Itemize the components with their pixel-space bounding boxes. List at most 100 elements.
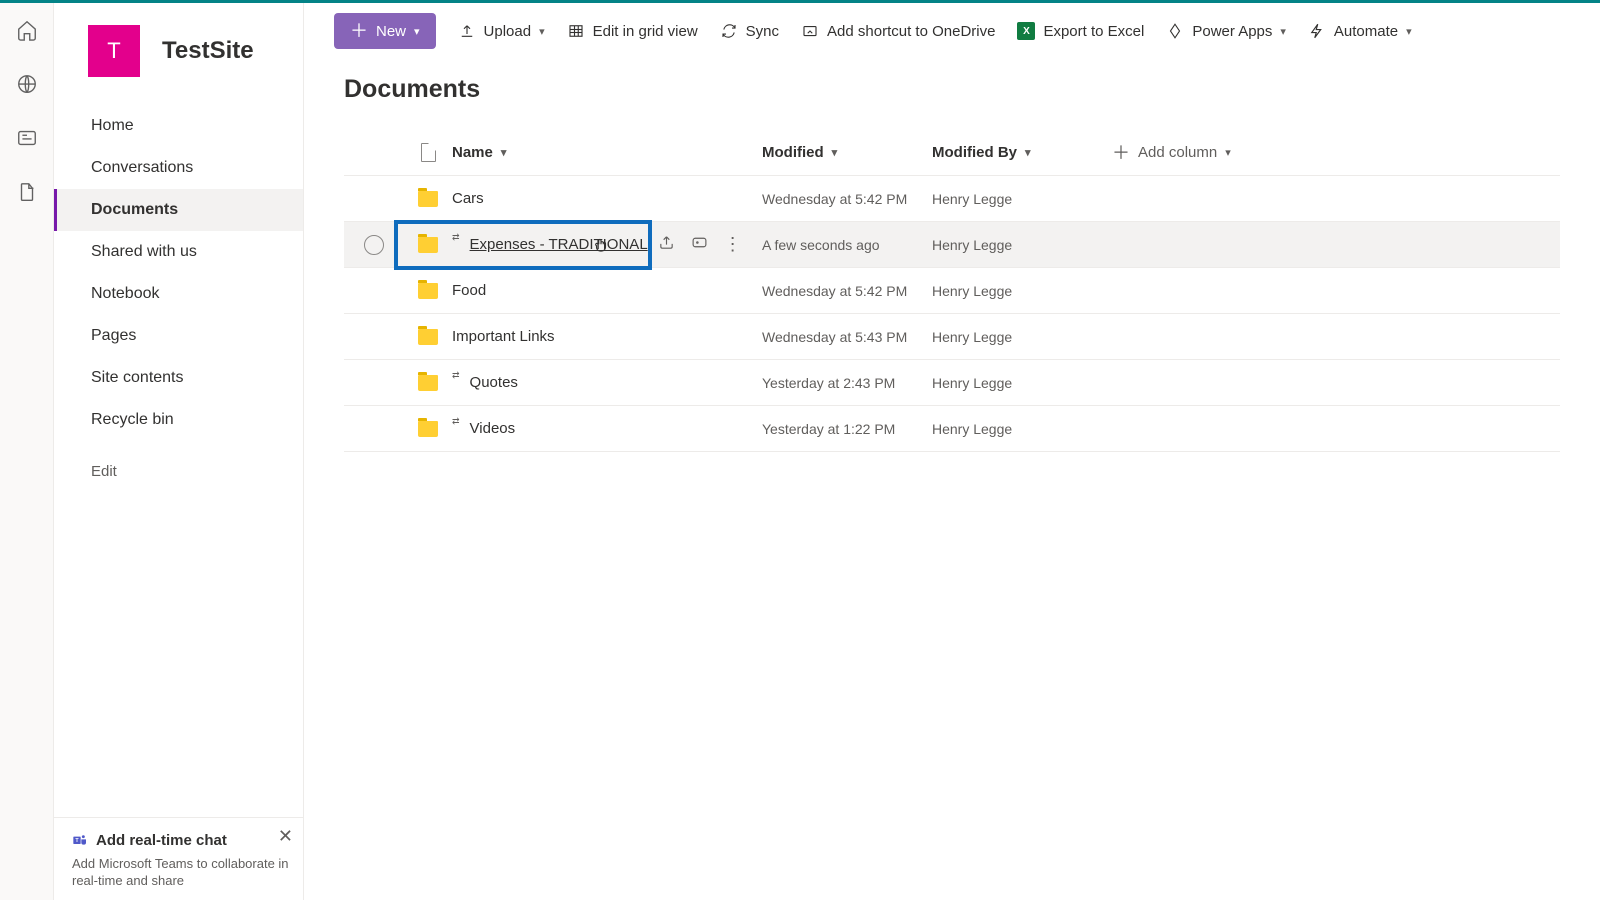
export-label: Export to Excel — [1043, 23, 1144, 40]
site-nav: Home Conversations Documents Shared with… — [54, 99, 303, 817]
share-icon[interactable] — [658, 234, 675, 251]
table-row[interactable]: ⇄ Videos Yesterday at 1:22 PM Henry Legge — [344, 406, 1560, 452]
folder-icon — [418, 375, 438, 391]
edit-grid-button[interactable]: Edit in grid view — [567, 22, 698, 40]
modified-value: Wednesday at 5:42 PM — [762, 283, 932, 299]
site-header: T TestSite — [54, 3, 303, 99]
plus-icon: ＋ — [1112, 144, 1130, 162]
link-indicator-icon: ⇄ — [452, 370, 460, 381]
upload-icon — [458, 22, 476, 40]
sync-label: Sync — [746, 23, 779, 40]
chevron-down-icon: ▾ — [501, 146, 507, 159]
new-label: New — [376, 23, 406, 40]
upload-button[interactable]: Upload ▾ — [458, 22, 545, 40]
powerapps-button[interactable]: Power Apps ▾ — [1166, 22, 1286, 40]
table-header: Name▾ Modified▾ Modified By▾ ＋Add column… — [344, 130, 1560, 176]
nav-pages[interactable]: Pages — [54, 315, 303, 357]
edit-grid-label: Edit in grid view — [593, 23, 698, 40]
link-icon[interactable] — [691, 234, 708, 251]
app-rail — [0, 3, 54, 900]
item-name[interactable]: Videos — [470, 420, 516, 437]
link-indicator-icon: ⇄ — [452, 232, 460, 243]
main: ＋ New ▾ Upload ▾ Edit in grid view Sync … — [304, 3, 1600, 900]
select-row-checkbox[interactable] — [364, 235, 384, 255]
table-row[interactable]: ⇄ Quotes Yesterday at 2:43 PM Henry Legge — [344, 360, 1560, 406]
link-indicator-icon: ⇄ — [452, 416, 460, 427]
home-icon[interactable] — [16, 19, 38, 41]
news-icon[interactable] — [16, 127, 38, 149]
onedrive-button[interactable]: Add shortcut to OneDrive — [801, 22, 995, 40]
column-modified[interactable]: Modified▾ — [762, 144, 932, 161]
column-modified-by[interactable]: Modified By▾ — [932, 144, 1112, 161]
modified-value: Wednesday at 5:43 PM — [762, 329, 932, 345]
nav-documents[interactable]: Documents — [54, 189, 303, 231]
page-title: Documents — [344, 75, 1560, 104]
chevron-down-icon: ▾ — [1225, 146, 1231, 159]
folder-icon — [418, 191, 438, 207]
folder-icon — [418, 237, 438, 253]
nav-conversations[interactable]: Conversations — [54, 147, 303, 189]
site-logo[interactable]: T — [88, 25, 140, 77]
row-actions: ⋮ — [658, 234, 742, 255]
folder-icon — [418, 421, 438, 437]
modified-by-value: Henry Legge — [932, 375, 1112, 391]
chevron-down-icon: ▾ — [1280, 25, 1286, 38]
document-icon[interactable] — [16, 181, 38, 203]
documents-table: Name▾ Modified▾ Modified By▾ ＋Add column… — [344, 130, 1560, 452]
table-row[interactable]: Food Wednesday at 5:42 PM Henry Legge — [344, 268, 1560, 314]
powerapps-label: Power Apps — [1192, 23, 1272, 40]
sidebar: T TestSite Home Conversations Documents … — [54, 3, 304, 900]
item-name[interactable]: Important Links — [452, 328, 555, 345]
chevron-down-icon: ▾ — [832, 146, 838, 159]
nav-recycle-bin[interactable]: Recycle bin — [54, 399, 303, 441]
modified-by-value: Henry Legge — [932, 237, 1112, 253]
modified-by-value: Henry Legge — [932, 421, 1112, 437]
nav-edit[interactable]: Edit — [54, 451, 303, 492]
excel-icon: X — [1017, 22, 1035, 40]
chevron-down-icon: ▾ — [1406, 25, 1412, 38]
modified-by-value: Henry Legge — [932, 283, 1112, 299]
site-title[interactable]: TestSite — [162, 37, 254, 65]
export-excel-button[interactable]: X Export to Excel — [1017, 22, 1144, 40]
table-row[interactable]: ⇄ Expenses - TRADITIONAL ⋮ A few seconds … — [344, 222, 1560, 268]
nav-home[interactable]: Home — [54, 105, 303, 147]
teams-chat-card: ✕ T Add real-time chat Add Microsoft Tea… — [54, 817, 303, 900]
table-row[interactable]: Cars Wednesday at 5:42 PM Henry Legge — [344, 176, 1560, 222]
command-bar: ＋ New ▾ Upload ▾ Edit in grid view Sync … — [304, 3, 1600, 59]
file-type-column-icon[interactable] — [421, 143, 436, 162]
modified-value: Yesterday at 2:43 PM — [762, 375, 932, 391]
upload-label: Upload — [484, 23, 532, 40]
automate-button[interactable]: Automate ▾ — [1308, 22, 1412, 40]
close-icon[interactable]: ✕ — [278, 826, 293, 847]
chat-card-title: Add real-time chat — [96, 832, 227, 849]
sync-button[interactable]: Sync — [720, 22, 779, 40]
nav-shared[interactable]: Shared with us — [54, 231, 303, 273]
plus-icon: ＋ — [350, 22, 368, 40]
modified-value: Yesterday at 1:22 PM — [762, 421, 932, 437]
sync-icon — [720, 22, 738, 40]
item-name[interactable]: Quotes — [470, 374, 518, 391]
item-name[interactable]: Expenses - TRADITIONAL — [470, 236, 648, 253]
chevron-down-icon: ▾ — [539, 25, 545, 38]
onedrive-label: Add shortcut to OneDrive — [827, 23, 995, 40]
column-name[interactable]: Name▾ — [452, 144, 762, 161]
nav-site-contents[interactable]: Site contents — [54, 357, 303, 399]
teams-icon: T — [72, 832, 88, 848]
table-row[interactable]: Important Links Wednesday at 5:43 PM Hen… — [344, 314, 1560, 360]
modified-value: A few seconds ago — [762, 237, 932, 253]
item-name[interactable]: Cars — [452, 190, 484, 207]
add-column-button[interactable]: ＋Add column▾ — [1112, 144, 1332, 162]
powerapps-icon — [1166, 22, 1184, 40]
nav-notebook[interactable]: Notebook — [54, 273, 303, 315]
folder-icon — [418, 283, 438, 299]
grid-icon — [567, 22, 585, 40]
modified-by-value: Henry Legge — [932, 191, 1112, 207]
chat-card-desc: Add Microsoft Teams to collaborate in re… — [72, 855, 289, 890]
more-icon[interactable]: ⋮ — [724, 234, 742, 255]
new-button[interactable]: ＋ New ▾ — [334, 13, 436, 49]
automate-label: Automate — [1334, 23, 1398, 40]
globe-icon[interactable] — [16, 73, 38, 95]
onedrive-shortcut-icon — [801, 22, 819, 40]
folder-icon — [418, 329, 438, 345]
item-name[interactable]: Food — [452, 282, 486, 299]
